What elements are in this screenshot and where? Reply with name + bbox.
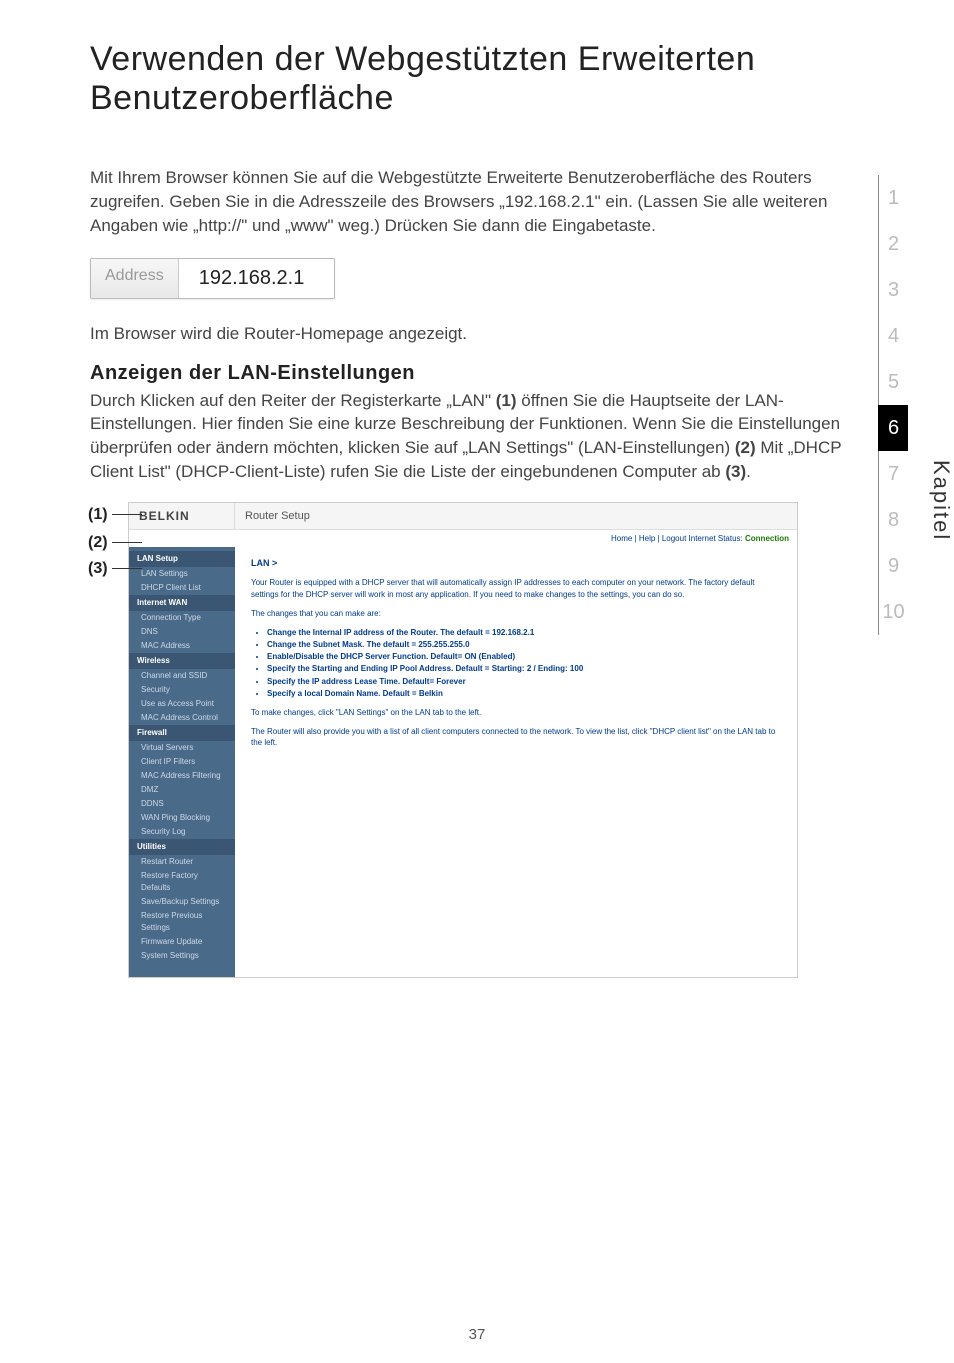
nav-group: Wireless (129, 653, 235, 669)
content-p3: To make changes, click "LAN Settings" on… (251, 707, 781, 718)
nav-item[interactable]: WAN Ping Blocking (129, 811, 235, 825)
chapter-rail-item[interactable]: 3 (878, 267, 908, 313)
nav-item[interactable]: MAC Address Control (129, 711, 235, 725)
section-body: Durch Klicken auf den Reiter der Registe… (90, 389, 864, 484)
nav-group: Utilities (129, 839, 235, 855)
nav-group: Firewall (129, 725, 235, 741)
bullet-item: Specify the Starting and Ending IP Pool … (267, 663, 781, 674)
bullet-item: Specify a local Domain Name. Default = B… (267, 688, 781, 699)
nav-item[interactable]: Restart Router (129, 855, 235, 869)
nav-item[interactable]: System Settings (129, 949, 235, 963)
chapter-rail-item[interactable]: 9 (878, 543, 908, 589)
chapter-rail-item[interactable]: 1 (878, 175, 908, 221)
nav-item[interactable]: Save/Backup Settings (129, 895, 235, 909)
nav-item[interactable]: LAN Settings (129, 567, 235, 581)
callout-1: (1) (88, 506, 108, 524)
nav-item[interactable]: MAC Address Filtering (129, 769, 235, 783)
nav-item[interactable]: Virtual Servers (129, 741, 235, 755)
nav-item[interactable]: Channel and SSID (129, 669, 235, 683)
nav-item[interactable]: Use as Access Point (129, 697, 235, 711)
router-setup-title: Router Setup (235, 504, 797, 528)
intro-paragraph: Mit Ihrem Browser können Sie auf die Web… (90, 166, 864, 237)
chapter-rail-item[interactable]: 10 (878, 589, 908, 635)
breadcrumb[interactable]: LAN > (251, 557, 781, 570)
nav-group: Internet WAN (129, 595, 235, 611)
chapter-rail-item[interactable]: 6 (878, 405, 908, 451)
chapter-side-label: Kapitel (928, 460, 954, 541)
ref-3: (3) (725, 462, 746, 481)
nav-item[interactable]: Restore Factory Defaults (129, 869, 235, 895)
page-title: Verwenden der Webgestützten Erweiterten … (90, 40, 864, 118)
nav-item[interactable]: DHCP Client List (129, 581, 235, 595)
bullet-item: Change the Internal IP address of the Ro… (267, 627, 781, 638)
nav-item[interactable]: Security Log (129, 825, 235, 839)
homepage-note: Im Browser wird die Router-Homepage ange… (90, 324, 864, 344)
router-logo: BELKIN (129, 503, 235, 529)
content-p4: The Router will also provide you with a … (251, 726, 781, 748)
content-p2: The changes that you can make are: (251, 608, 781, 619)
callout-line (112, 542, 142, 543)
chapter-rail-item[interactable]: 7 (878, 451, 908, 497)
nav-item[interactable]: Firmware Update (129, 935, 235, 949)
bullet-item: Change the Subnet Mask. The default = 25… (267, 639, 781, 650)
bullet-item: Enable/Disable the DHCP Server Function.… (267, 651, 781, 662)
nav-item[interactable]: Connection Type (129, 611, 235, 625)
content-p1: Your Router is equipped with a DHCP serv… (251, 577, 781, 599)
nav-item[interactable]: MAC Address (129, 639, 235, 653)
content-bullets: Change the Internal IP address of the Ro… (267, 627, 781, 699)
section-heading: Anzeigen der LAN-Einstellungen (90, 362, 864, 385)
chapter-rail-item[interactable]: 2 (878, 221, 908, 267)
router-sidebar[interactable]: LAN SetupLAN SettingsDHCP Client ListInt… (129, 547, 235, 977)
chapter-rail-item[interactable]: 4 (878, 313, 908, 359)
page-number: 37 (0, 1326, 954, 1343)
nav-item[interactable]: Client IP Filters (129, 755, 235, 769)
chapter-rail: 12345678910 (872, 175, 914, 635)
bullet-item: Specify the IP address Lease Time. Defau… (267, 676, 781, 687)
period: . (746, 462, 751, 481)
router-screenshot: BELKIN Router Setup Home | Help | Logout… (128, 502, 798, 978)
callout-2: (2) (88, 534, 108, 552)
chapter-rail-item[interactable]: 5 (878, 359, 908, 405)
ref-1: (1) (496, 391, 517, 410)
nav-item[interactable]: DMZ (129, 783, 235, 797)
router-header: BELKIN Router Setup (129, 503, 797, 530)
screenshot-wrapper: (1) (2) (3) BELKIN Router Setup Home | H… (90, 502, 864, 978)
address-value[interactable]: 192.168.2.1 (179, 259, 335, 298)
txt: Durch Klicken auf den Reiter der Registe… (90, 391, 496, 410)
status-value: Connection (745, 534, 789, 543)
chapter-rail-item[interactable]: 8 (878, 497, 908, 543)
callout-line (112, 514, 142, 515)
address-bar: Address 192.168.2.1 (90, 258, 335, 299)
nav-item[interactable]: DDNS (129, 797, 235, 811)
nav-group: LAN Setup (129, 551, 235, 567)
router-status-bar: Home | Help | Logout Internet Status: Co… (129, 530, 797, 547)
callout-line (112, 568, 142, 569)
nav-item[interactable]: Restore Previous Settings (129, 909, 235, 935)
address-label: Address (91, 259, 179, 298)
callout-3: (3) (88, 560, 108, 578)
nav-item[interactable]: DNS (129, 625, 235, 639)
ref-2: (2) (735, 438, 756, 457)
nav-item[interactable]: Security (129, 683, 235, 697)
status-links[interactable]: Home | Help | Logout Internet Status: (611, 534, 745, 543)
router-content: LAN > Your Router is equipped with a DHC… (235, 547, 797, 977)
